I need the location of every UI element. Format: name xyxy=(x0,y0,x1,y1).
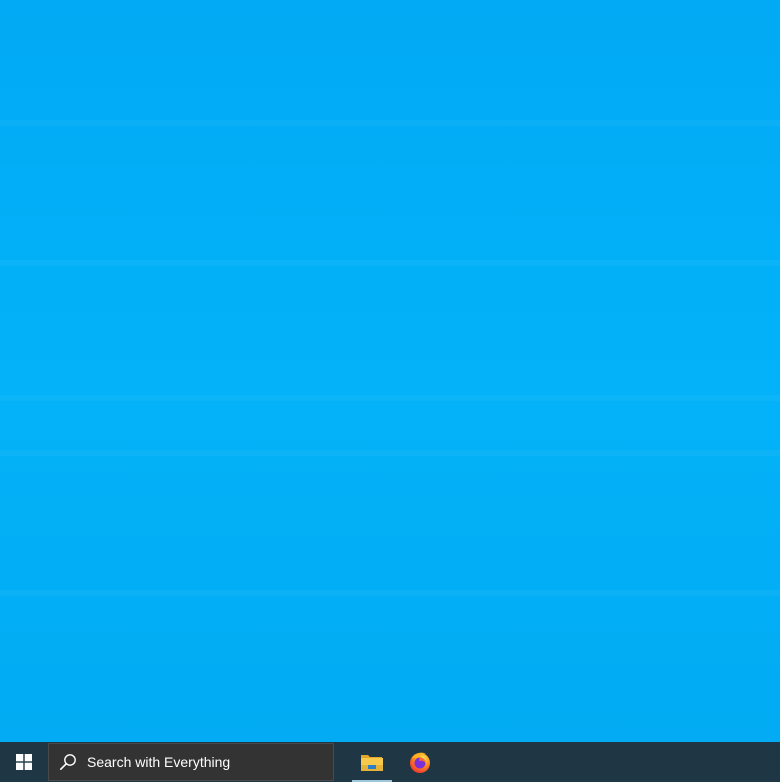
file-explorer-icon xyxy=(361,755,383,771)
desktop-background xyxy=(0,0,780,742)
search-box[interactable]: Search with Everything xyxy=(48,743,334,781)
windows-logo-icon xyxy=(16,754,32,770)
wallpaper-streak xyxy=(0,260,780,266)
firefox-icon xyxy=(410,752,430,773)
taskbar-file-explorer[interactable] xyxy=(348,742,396,782)
start-button[interactable] xyxy=(0,742,48,782)
wallpaper-streak xyxy=(0,590,780,596)
taskbar-pinned-apps xyxy=(348,742,444,782)
wallpaper-streak xyxy=(0,395,780,401)
taskbar-firefox[interactable] xyxy=(396,742,444,782)
wallpaper-streak xyxy=(0,450,780,456)
search-placeholder: Search with Everything xyxy=(87,754,231,770)
search-icon xyxy=(59,753,77,771)
taskbar: Search with Everything xyxy=(0,742,780,782)
wallpaper-streak xyxy=(0,120,780,126)
